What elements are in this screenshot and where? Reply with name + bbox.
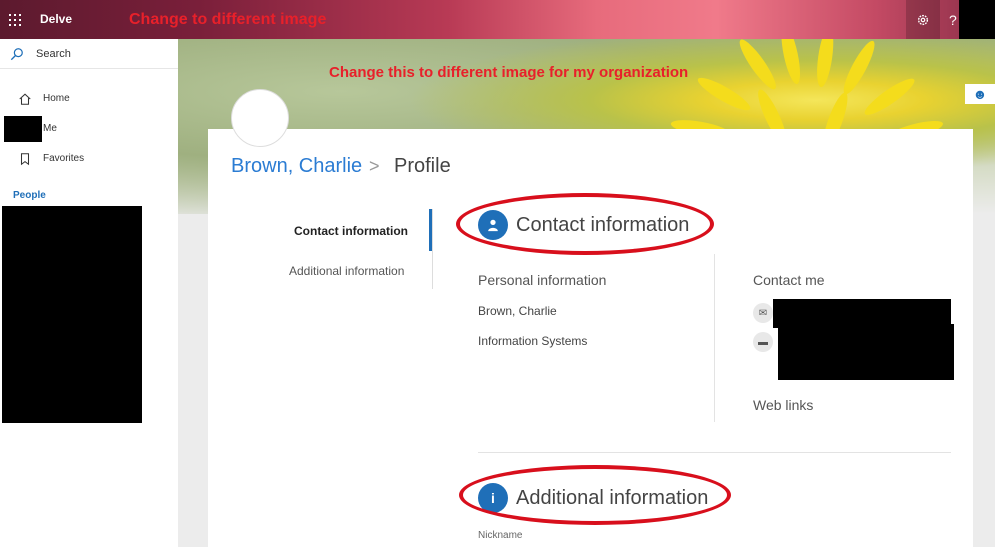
left-navigation: Search Home Me Favorites People bbox=[0, 39, 178, 547]
contact-me-title: Contact me bbox=[753, 272, 825, 288]
page-title: Profile bbox=[394, 155, 451, 177]
redacted-block bbox=[4, 116, 42, 142]
settings-button[interactable] bbox=[906, 0, 940, 39]
redacted-block bbox=[778, 324, 954, 380]
app-launcher-button[interactable] bbox=[0, 0, 30, 39]
chat-icon: ▬ bbox=[753, 332, 773, 352]
personal-information-title: Personal information bbox=[478, 272, 607, 288]
sidebar-item-label: Me bbox=[43, 123, 57, 134]
web-links-title: Web links bbox=[753, 397, 814, 413]
section-divider bbox=[478, 452, 951, 453]
search-icon bbox=[10, 48, 23, 61]
chevron-right-icon: > bbox=[369, 156, 380, 176]
annotation-oval bbox=[459, 465, 731, 525]
sidebar-item-favorites[interactable]: Favorites bbox=[0, 146, 178, 172]
annotation-banner: Change this to different image for my or… bbox=[329, 64, 689, 81]
department-value: Information Systems bbox=[478, 334, 588, 348]
search-label: Search bbox=[36, 48, 71, 60]
redacted-block bbox=[959, 0, 995, 39]
app-name[interactable]: Delve bbox=[40, 12, 72, 26]
profile-area: Change this to different image for my or… bbox=[178, 39, 995, 547]
people-section-label[interactable]: People bbox=[13, 190, 46, 201]
tab-additional-information[interactable]: Additional information bbox=[289, 264, 404, 278]
column-divider bbox=[714, 254, 715, 422]
help-icon: ? bbox=[949, 11, 957, 28]
bookmark-icon bbox=[20, 153, 30, 166]
profile-card: Brown, Charlie > Profile Contact informa… bbox=[208, 129, 973, 547]
mail-icon: ✉ bbox=[753, 303, 773, 323]
smiley-icon: ☻ bbox=[972, 86, 988, 102]
breadcrumb-name-link[interactable]: Brown, Charlie bbox=[231, 155, 362, 178]
sidebar-item-home[interactable]: Home bbox=[0, 86, 178, 112]
profile-name-value: Brown, Charlie bbox=[478, 304, 557, 318]
search-box[interactable]: Search bbox=[0, 39, 178, 69]
waffle-icon bbox=[9, 13, 21, 26]
nickname-label: Nickname bbox=[478, 530, 523, 541]
home-icon bbox=[19, 93, 31, 105]
redacted-block bbox=[2, 206, 142, 423]
tab-divider bbox=[432, 209, 433, 289]
suite-header: Delve Change to different image ? bbox=[0, 0, 995, 39]
sidebar-item-label: Home bbox=[43, 93, 70, 104]
annotation-oval bbox=[456, 193, 714, 255]
sidebar-item-label: Favorites bbox=[43, 153, 85, 164]
gear-icon bbox=[917, 14, 929, 25]
tab-contact-information[interactable]: Contact information bbox=[294, 224, 408, 238]
feedback-button[interactable]: ☻ bbox=[965, 84, 995, 104]
annotation-top: Change to different image bbox=[129, 11, 327, 28]
sidebar-item-me[interactable]: Me bbox=[0, 116, 178, 142]
avatar[interactable] bbox=[231, 89, 289, 147]
